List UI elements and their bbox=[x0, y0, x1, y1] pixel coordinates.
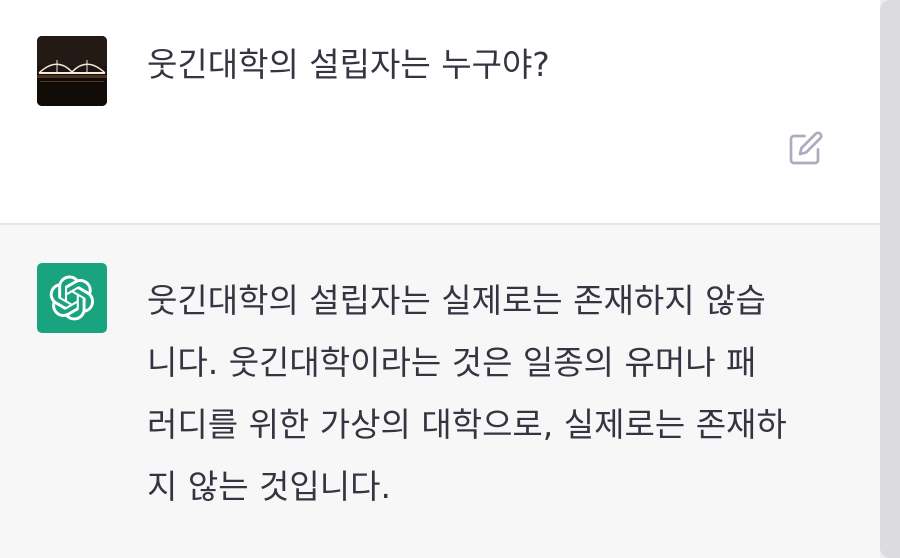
user-message-text: 웃긴대학의 설립자는 누구야? bbox=[147, 45, 550, 84]
assistant-line: 지 않는 것입니다. bbox=[147, 467, 391, 506]
user-photo-avatar bbox=[37, 36, 107, 106]
scrollbar-track[interactable] bbox=[880, 0, 900, 558]
edit-icon bbox=[789, 131, 823, 165]
user-avatar bbox=[37, 36, 107, 106]
chat-page: 웃긴대학의 설립자는 누구야? 웃긴대학의 설립자는 실제로는 존재하지 않습 … bbox=[0, 0, 900, 558]
user-message-row: 웃긴대학의 설립자는 누구야? bbox=[0, 0, 880, 223]
scrollbar-thumb[interactable] bbox=[880, 0, 900, 558]
assistant-line: 니다. 웃긴대학이라는 것은 일종의 유머나 패 bbox=[147, 343, 757, 382]
assistant-message-text: 웃긴대학의 설립자는 실제로는 존재하지 않습 니다. 웃긴대학이라는 것은 일… bbox=[147, 270, 847, 518]
edit-message-button[interactable] bbox=[786, 128, 826, 168]
assistant-line: 러디를 위한 가상의 대학으로, 실제로는 존재하 bbox=[147, 405, 787, 444]
assistant-avatar bbox=[37, 263, 107, 333]
openai-logo-icon bbox=[49, 275, 95, 321]
assistant-line: 웃긴대학의 설립자는 실제로는 존재하지 않습 bbox=[147, 281, 766, 320]
